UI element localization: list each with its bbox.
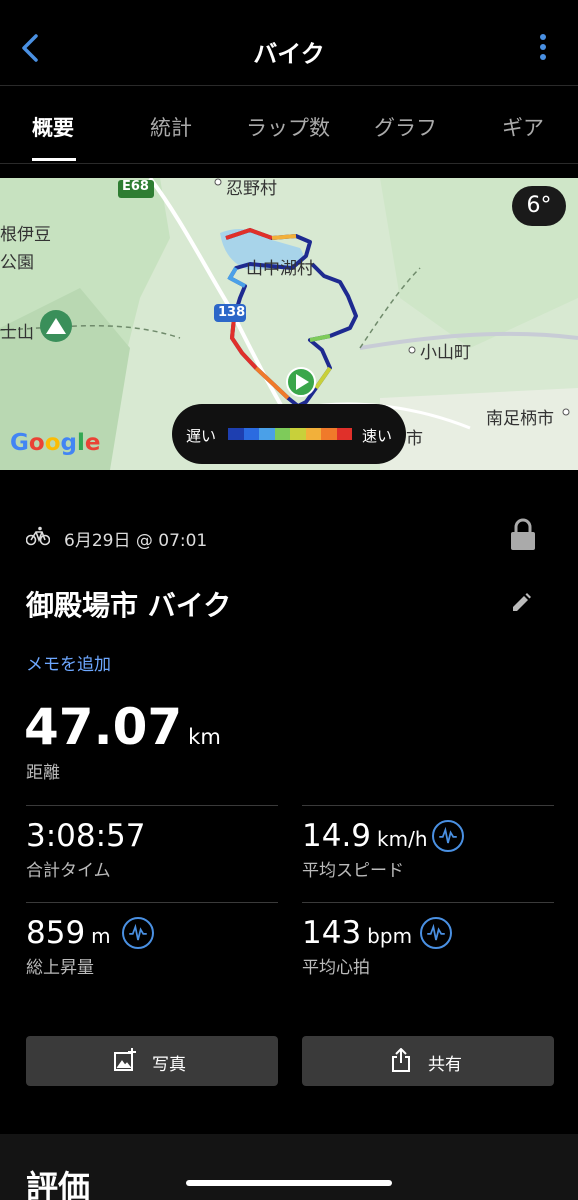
add-photo-icon: [114, 1048, 136, 1071]
activity-title: 御殿場市 バイク: [26, 589, 232, 622]
share-button-label: 共有: [428, 1055, 462, 1075]
google-logo: Google: [10, 430, 101, 456]
home-indicator[interactable]: [186, 1180, 392, 1186]
distance-label: 距離: [26, 763, 60, 783]
share-button[interactable]: 共有: [302, 1036, 554, 1086]
stat-elevation-gain[interactable]: 859 m 総上昇量: [26, 902, 278, 998]
map-place-label: 小山町: [420, 343, 471, 363]
stat-unit: km/h: [377, 827, 428, 851]
stat-label: 合計タイム: [26, 861, 111, 881]
map-route-number: 138: [218, 305, 246, 320]
tab-graph[interactable]: グラフ: [374, 112, 437, 142]
edit-pencil-icon[interactable]: [510, 592, 532, 614]
temperature-badge: 6°: [512, 186, 566, 226]
map-place-label: 忍野村: [226, 179, 277, 199]
photo-button[interactable]: 写真: [26, 1036, 278, 1086]
stat-unit: m: [91, 924, 111, 948]
stat-value: 143: [302, 915, 362, 951]
map-road-label: E68: [122, 179, 149, 194]
distance-value: 47.07 km: [24, 698, 221, 756]
rating-section: 評価: [0, 1134, 578, 1200]
map-place-label: 公園: [0, 253, 34, 273]
rating-heading: 評価: [26, 1168, 91, 1200]
stat-label: 平均心拍: [302, 958, 370, 978]
speed-legend: 遅い 速い: [172, 404, 406, 464]
map-place-label: 市: [406, 429, 423, 449]
legend-slow-label: 遅い: [186, 427, 217, 445]
add-memo-link[interactable]: メモを追加: [26, 650, 111, 675]
activity-meta: 6月29日 @ 07:01: [26, 518, 556, 554]
more-options-icon[interactable]: [538, 34, 548, 68]
waveform-chart-icon[interactable]: [432, 820, 464, 852]
tab-stats[interactable]: 統計: [150, 112, 192, 142]
map-place-label: 南足柄市: [486, 409, 554, 429]
waveform-chart-icon[interactable]: [420, 917, 452, 949]
tab-laps[interactable]: ラップ数: [246, 112, 330, 142]
stat-value: 14.9: [302, 818, 372, 854]
active-tab-indicator: [32, 158, 76, 161]
stat-total-time: 3:08:57 合計タイム: [26, 805, 278, 901]
distance-unit: km: [188, 725, 221, 749]
share-icon: [392, 1048, 410, 1072]
stat-label: 総上昇量: [26, 958, 94, 978]
distance-number: 47.07: [24, 698, 183, 756]
stat-value: 859: [26, 915, 86, 951]
waveform-chart-icon[interactable]: [122, 917, 154, 949]
stat-avg-speed[interactable]: 14.9 km/h 平均スピード: [302, 805, 554, 901]
stat-value: 3:08:57: [26, 818, 146, 854]
photo-button-label: 写真: [152, 1055, 186, 1075]
activity-date: 6月29日 @ 07:01: [64, 531, 208, 551]
lock-icon[interactable]: [510, 518, 536, 552]
bicycle-icon: [26, 526, 50, 546]
map-place-label: 士山: [0, 323, 34, 343]
map-place-label: 山中湖村: [246, 259, 314, 279]
stat-avg-heart-rate[interactable]: 143 bpm 平均心拍: [302, 902, 554, 998]
tab-bar: 概要 統計 ラップ数 グラフ ギア: [0, 86, 578, 164]
route-map[interactable]: E68 忍野村 根伊豆 公園 士山 山中湖村 138 小山町 南足柄市 市 6°…: [0, 178, 578, 470]
stat-label: 平均スピード: [302, 861, 404, 881]
map-place-label: 根伊豆: [0, 225, 51, 245]
page-title: バイク: [253, 40, 325, 68]
stat-unit: bpm: [367, 924, 413, 948]
tab-overview[interactable]: 概要: [32, 112, 74, 142]
speed-color-bar: [228, 428, 352, 440]
legend-fast-label: 速い: [362, 427, 393, 445]
top-bar: バイク: [0, 0, 578, 86]
tab-gear[interactable]: ギア: [502, 112, 544, 142]
